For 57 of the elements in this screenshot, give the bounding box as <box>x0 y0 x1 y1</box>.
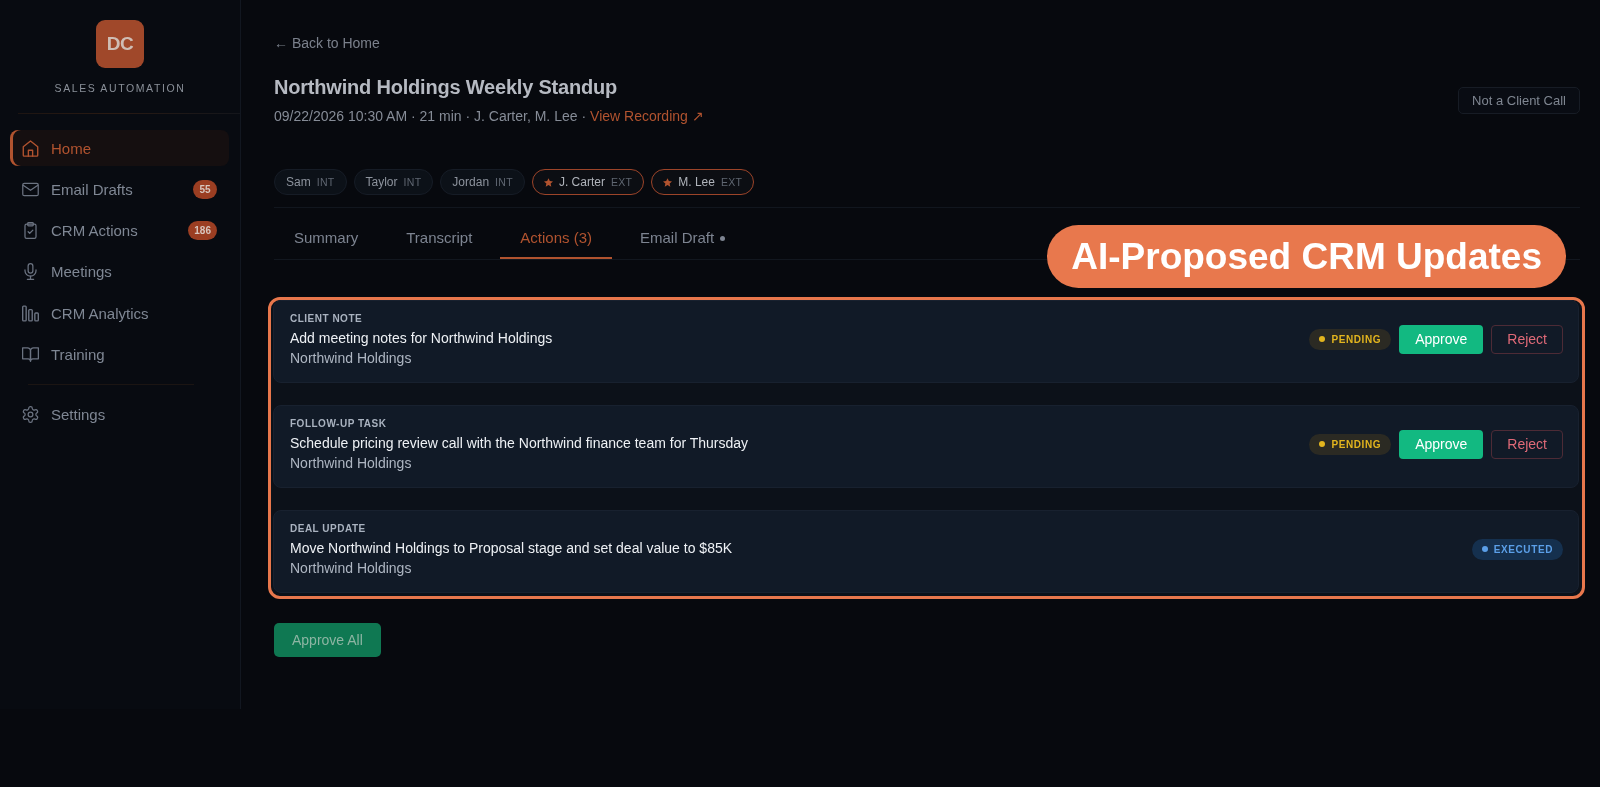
tab[interactable]: Summary <box>274 208 379 259</box>
recording-link[interactable]: View Recording ↗ <box>590 106 704 126</box>
reject-button[interactable]: Reject <box>1491 429 1563 459</box>
participant-tag: INT <box>316 176 335 188</box>
tab[interactable]: Actions (3) <box>500 208 612 259</box>
participant-tag: INT <box>495 176 513 188</box>
sidebar-item[interactable]: Email Drafts 55 <box>10 171 229 208</box>
tab[interactable]: Email Draft <box>620 208 746 259</box>
sidebar-item[interactable]: Training <box>10 336 229 373</box>
action-company: Northwind Holdings <box>290 349 413 368</box>
action-category: CLIENT NOTE <box>290 312 364 326</box>
count-badge: 186 <box>188 221 217 241</box>
participant-tag: EXT <box>610 176 633 188</box>
participant-tag: INT <box>403 176 422 188</box>
participant-name: J. Carter <box>558 175 605 189</box>
action-category: FOLLOW-UP TASK <box>290 417 388 431</box>
envelope-icon <box>22 180 39 198</box>
meeting-details: 09/22/2026 10:30 AM · 21 min · J. Carter, M. Lee · <box>274 107 587 126</box>
sidebar-item[interactable]: Settings <box>10 396 229 433</box>
participant-name: Jordan <box>452 175 490 189</box>
star-icon <box>543 177 553 187</box>
action-title: Schedule pricing review call with the Northwind finance team for Thursday <box>290 434 750 453</box>
app-logo: DC <box>96 20 144 68</box>
action-title: Add meeting notes for Northwind Holdings <box>290 329 554 348</box>
callout-banner: AI-Proposed CRM Updates <box>1047 225 1566 288</box>
status-label: PENDING <box>1331 438 1382 450</box>
clipboard-icon <box>22 222 39 240</box>
reject-button[interactable]: Reject <box>1491 324 1563 354</box>
back-link[interactable]: ← Back to Home <box>274 33 380 53</box>
action-category: DEAL UPDATE <box>290 522 367 536</box>
meeting-title: Northwind Holdings Weekly Standup <box>274 75 619 100</box>
gear-icon <box>22 406 39 423</box>
sidebar-item[interactable]: Home <box>10 130 229 166</box>
status-dot-icon <box>1319 336 1326 342</box>
home-icon <box>22 139 39 157</box>
status-label: EXECUTED <box>1493 543 1553 555</box>
bar-chart-icon <box>22 304 39 322</box>
action-title: Move Northwind Holdings to Proposal stage and set deal value to $85K <box>290 539 734 558</box>
status-label: PENDING <box>1331 333 1382 345</box>
participant-name: Sam <box>286 175 311 189</box>
sidebar-item[interactable]: CRM Actions 186 <box>10 212 229 249</box>
status-dot-icon <box>1319 441 1326 447</box>
not-client-call-button[interactable]: Not a Client Call <box>1458 86 1580 114</box>
action-company: Northwind Holdings <box>290 454 413 473</box>
participant-name: Taylor <box>365 175 398 189</box>
action-company: Northwind Holdings <box>290 559 413 578</box>
microphone-icon <box>22 263 39 281</box>
book-icon <box>22 346 39 363</box>
star-icon <box>663 177 673 187</box>
status-dot-icon <box>1481 546 1488 552</box>
tab[interactable]: Transcript <box>386 208 493 259</box>
sidebar-item[interactable]: Meetings <box>10 253 229 290</box>
participant-name: M. Lee <box>678 175 715 189</box>
sidebar-item[interactable]: CRM Analytics <box>10 295 229 332</box>
app-name: SALES AUTOMATION <box>54 82 186 94</box>
participant-tag: EXT <box>720 176 743 188</box>
count-badge: 55 <box>193 179 217 199</box>
